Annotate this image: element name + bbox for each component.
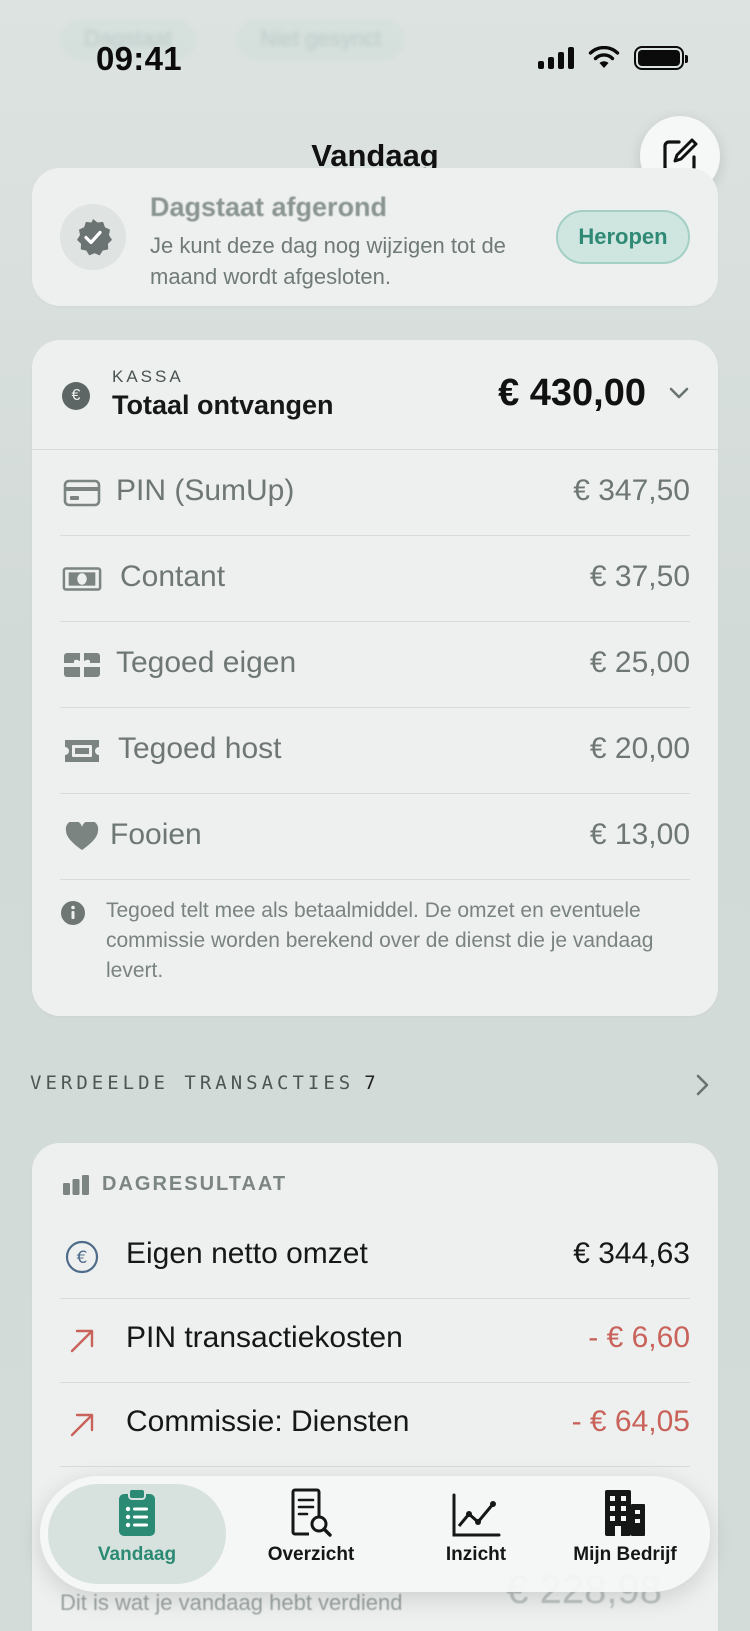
document-search-icon [291,1488,332,1537]
payment-label: Tegoed host [118,732,282,765]
register-header[interactable]: € KASSA Totaal ontvangen € 430,00 [32,340,718,450]
payment-label: Fooien [110,818,202,851]
result-amount: - € 6,60 [588,1321,690,1354]
tab-inzicht[interactable]: Inzicht [406,1484,546,1584]
svg-text:€: € [77,1248,88,1268]
payment-amount: € 20,00 [589,732,690,765]
split-transactions-link[interactable]: VERDEELDE TRANSACTIES 7 [30,1072,720,1102]
payment-label: PIN (SumUp) [116,474,295,507]
payment-amount: € 37,50 [589,560,690,593]
result-amount: - € 64,05 [571,1405,690,1438]
building-icon [605,1490,645,1536]
cellular-signal-icon [538,47,574,69]
tab-label: Overzicht [267,1544,355,1565]
payment-amount: € 13,00 [589,818,690,851]
section-label: VERDEELDE TRANSACTIES [30,1072,355,1094]
tab-overzicht[interactable]: Overzicht [236,1484,386,1584]
status-bar: Dagstaat Niet gesynct 09:41 [0,0,750,110]
section-count: 7 [364,1072,376,1094]
info-text: Tegoed telt mee als betaalmiddel. De omz… [106,899,654,982]
ticket-icon [65,740,99,762]
register-card: € KASSA Totaal ontvangen € 430,00 PIN (S… [32,340,718,1016]
payment-label: Contant [120,560,226,593]
register-total: € 430,00 [498,372,646,414]
payment-row-pin: PIN (SumUp) € 347,50 [60,450,690,536]
payment-amount: € 347,50 [573,474,690,507]
reopen-button[interactable]: Heropen [556,210,690,264]
result-label: Eigen netto omzet [126,1237,368,1270]
arrow-up-right-icon [70,1329,94,1353]
day-result-footer: Dit is wat je vandaag hebt verdiend [60,1590,403,1615]
ghost-tab: Niet gesynct [236,20,406,60]
status-icons [538,46,688,70]
payment-row-host-credit: Tegoed host € 20,00 [60,708,690,794]
gift-card-icon [64,653,100,677]
payment-row-cash: Contant € 37,50 [60,536,690,622]
cash-icon [62,567,102,591]
result-label: Commissie: Diensten [126,1405,410,1438]
result-row-pin-costs: PIN transactiekosten - € 6,60 [60,1299,690,1383]
tab-label: Mijn Bedrijf [573,1544,677,1565]
chevron-down-icon [669,387,689,399]
status-time: 09:41 [96,40,182,77]
wifi-icon [588,46,620,68]
tab-label: Vandaag [97,1544,177,1565]
info-icon [61,901,85,925]
day-result-label: DAGRESULTAAT [102,1173,288,1195]
check-seal-icon [77,219,112,256]
euro-circle-icon: € [65,1240,99,1274]
payment-amount: € 25,00 [589,646,690,679]
result-label: PIN transactiekosten [126,1321,403,1354]
tab-bar: Vandaag Overzicht Inzicht Mijn Bedrijf [40,1476,710,1592]
bar-chart-icon [63,1174,89,1195]
line-chart-icon [452,1493,501,1537]
verified-badge [60,204,126,270]
tab-label: Inzicht [445,1544,507,1565]
tab-mijn-bedrijf[interactable]: Mijn Bedrijf [550,1484,700,1584]
clipboard-list-icon [119,1488,155,1536]
card-icon [63,479,101,507]
arrow-up-right-icon [70,1413,94,1437]
result-row-commission: Commissie: Diensten - € 64,05 [60,1383,690,1467]
banner-title: Dagstaat afgerond [150,192,388,222]
battery-icon [634,46,688,70]
heart-icon [65,822,99,850]
euro-icon: € [62,382,90,410]
register-label: KASSA [112,367,184,386]
result-amount: € 344,63 [573,1237,690,1270]
day-closed-banner: Dagstaat afgerond Je kunt deze dag nog w… [32,168,718,306]
chevron-right-icon [696,1074,709,1096]
payment-label: Tegoed eigen [116,646,297,679]
tab-vandaag[interactable]: Vandaag [48,1484,226,1584]
payment-row-tips: Fooien € 13,00 [60,794,690,880]
banner-subtitle: Je kunt deze dag nog wijzigen tot de maa… [150,233,506,289]
screen: Dagstaat Niet gesynct 09:41 Vandaag Dags… [0,0,750,1631]
day-result-header: DAGRESULTAAT [62,1173,287,1196]
result-row-net-revenue: € Eigen netto omzet € 344,63 [60,1215,690,1299]
payment-row-own-credit: Tegoed eigen € 25,00 [60,622,690,708]
register-title: Totaal ontvangen [112,390,334,420]
